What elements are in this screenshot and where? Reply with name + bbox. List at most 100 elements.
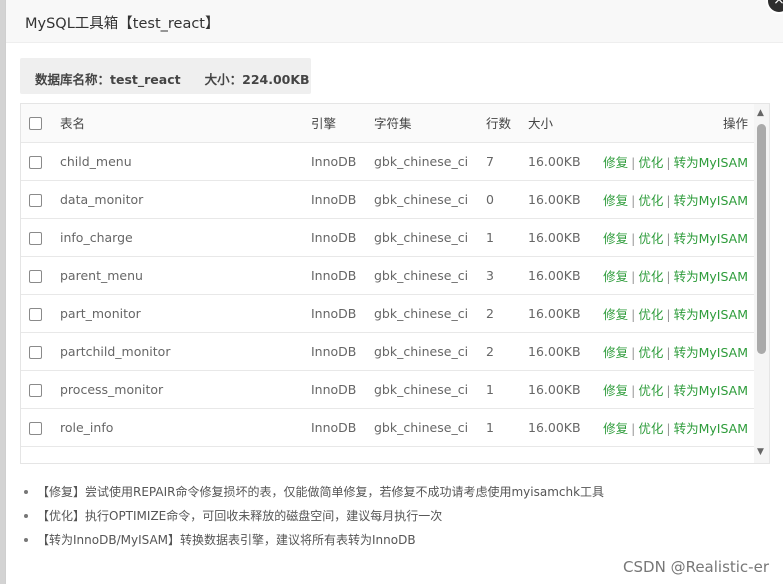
row-operations: 修复 | 优化 | 转为MyISAM bbox=[600, 218, 755, 257]
db-name-label: 数据库名称： bbox=[35, 72, 111, 87]
header-select-all-cell bbox=[21, 104, 60, 143]
row-row-count: 7 bbox=[486, 142, 528, 181]
mysql-toolbox-dialog: MySQL工具箱【test_react】 数据库名称：test_react 大小：… bbox=[5, 0, 783, 584]
optimize-link[interactable]: 优化 bbox=[638, 307, 663, 322]
repair-link[interactable]: 修复 bbox=[603, 231, 628, 246]
scroll-down-arrow-icon[interactable]: ▼ bbox=[757, 448, 764, 457]
table-row: parent_menu InnoDB gbk_chinese_ci 3 16.00KB 修… bbox=[21, 256, 755, 295]
table-row: process_monitor InnoDB gbk_chinese_ci 1 16.0… bbox=[21, 370, 755, 409]
row-charset: gbk_chinese_ci bbox=[374, 142, 486, 181]
op-separator: | bbox=[631, 230, 636, 246]
op-separator: | bbox=[631, 192, 636, 208]
op-separator: | bbox=[666, 344, 671, 360]
repair-link[interactable]: 修复 bbox=[603, 421, 628, 436]
table-scrollbar[interactable]: ▲ ▼ bbox=[754, 104, 769, 463]
note-convert: 【转为InnoDB/MyISAM】转换数据表引擎，建议将所有表转为InnoDB bbox=[20, 528, 604, 552]
header-rows: 行数 bbox=[486, 104, 528, 143]
db-size-value: 224.00KB bbox=[242, 72, 310, 87]
optimize-link[interactable]: 优化 bbox=[638, 269, 663, 284]
row-size: 16.00KB bbox=[528, 256, 600, 295]
optimize-link[interactable]: 优化 bbox=[638, 421, 663, 436]
convert-to-myisam-link[interactable]: 转为MyISAM bbox=[674, 231, 748, 246]
op-separator: | bbox=[666, 230, 671, 246]
table-header-row: 表名 引擎 字符集 行数 大小 操作 bbox=[21, 104, 755, 143]
row-charset: gbk_chinese_ci bbox=[374, 218, 486, 257]
convert-to-myisam-link[interactable]: 转为MyISAM bbox=[674, 307, 748, 322]
op-separator: | bbox=[631, 306, 636, 322]
note-repair: 【修复】尝试使用REPAIR命令修复损坏的表，仅能做简单修复，若修复不成功请考虑… bbox=[20, 480, 604, 504]
row-size: 16.00KB bbox=[528, 142, 600, 181]
optimize-link[interactable]: 优化 bbox=[638, 155, 663, 170]
optimize-link[interactable]: 优化 bbox=[638, 193, 663, 208]
row-checkbox-cell bbox=[21, 408, 60, 447]
repair-link[interactable]: 修复 bbox=[603, 383, 628, 398]
convert-to-myisam-link[interactable]: 转为MyISAM bbox=[674, 345, 748, 360]
repair-link[interactable]: 修复 bbox=[603, 345, 628, 360]
row-engine: InnoDB bbox=[311, 408, 374, 447]
header-size: 大小 bbox=[528, 104, 600, 143]
table-row: info_charge InnoDB gbk_chinese_ci 1 16.00KB 修… bbox=[21, 218, 755, 257]
repair-link[interactable]: 修复 bbox=[603, 269, 628, 284]
row-engine: InnoDB bbox=[311, 332, 374, 371]
header-charset: 字符集 bbox=[374, 104, 486, 143]
row-table-name: parent_menu bbox=[60, 256, 311, 295]
convert-to-myisam-link[interactable]: 转为MyISAM bbox=[674, 155, 748, 170]
row-engine: InnoDB bbox=[311, 370, 374, 409]
row-row-count: 1 bbox=[486, 370, 528, 409]
scroll-up-arrow-icon[interactable]: ▲ bbox=[757, 109, 764, 118]
repair-link[interactable]: 修复 bbox=[603, 155, 628, 170]
op-separator: | bbox=[666, 382, 671, 398]
convert-to-myisam-link[interactable]: 转为MyISAM bbox=[674, 193, 748, 208]
row-select-checkbox[interactable] bbox=[29, 383, 42, 397]
row-engine: InnoDB bbox=[311, 294, 374, 333]
convert-to-myisam-link[interactable]: 转为MyISAM bbox=[674, 269, 748, 284]
convert-to-myisam-link[interactable]: 转为MyISAM bbox=[674, 421, 748, 436]
row-charset: gbk_chinese_ci bbox=[374, 332, 486, 371]
convert-to-myisam-link[interactable]: 转为MyISAM bbox=[674, 383, 748, 398]
row-select-checkbox[interactable] bbox=[29, 269, 42, 283]
row-select-checkbox[interactable] bbox=[29, 231, 42, 245]
op-separator: | bbox=[666, 420, 671, 436]
row-operations: 修复 | 优化 | 转为MyISAM bbox=[600, 408, 755, 447]
op-separator: | bbox=[666, 306, 671, 322]
row-row-count: 2 bbox=[486, 332, 528, 371]
row-charset: gbk_chinese_ci bbox=[374, 408, 486, 447]
table-row: partchild_monitor InnoDB gbk_chinese_ci 2 16… bbox=[21, 332, 755, 371]
csdn-watermark: CSDN @Realistic-er bbox=[623, 558, 769, 576]
row-table-name: data_monitor bbox=[60, 180, 311, 219]
optimize-link[interactable]: 优化 bbox=[638, 383, 663, 398]
repair-link[interactable]: 修复 bbox=[603, 193, 628, 208]
row-select-checkbox[interactable] bbox=[29, 307, 42, 321]
row-operations: 修复 | 优化 | 转为MyISAM bbox=[600, 256, 755, 295]
row-charset: gbk_chinese_ci bbox=[374, 370, 486, 409]
dialog-titlebar: MySQL工具箱【test_react】 bbox=[6, 0, 783, 43]
header-engine: 引擎 bbox=[311, 104, 374, 143]
help-notes-list: 【修复】尝试使用REPAIR命令修复损坏的表，仅能做简单修复，若修复不成功请考虑… bbox=[20, 480, 604, 552]
row-checkbox-cell bbox=[21, 142, 60, 181]
row-select-checkbox[interactable] bbox=[29, 421, 42, 435]
optimize-link[interactable]: 优化 bbox=[638, 345, 663, 360]
op-separator: | bbox=[666, 154, 671, 170]
select-all-checkbox[interactable] bbox=[29, 117, 42, 131]
repair-link[interactable]: 修复 bbox=[603, 307, 628, 322]
row-table-name: child_menu bbox=[60, 142, 311, 181]
scrollbar-thumb[interactable] bbox=[757, 124, 766, 354]
row-table-name: process_monitor bbox=[60, 370, 311, 409]
row-row-count: 1 bbox=[486, 218, 528, 257]
op-separator: | bbox=[631, 344, 636, 360]
row-operations: 修复 | 优化 | 转为MyISAM bbox=[600, 370, 755, 409]
row-table-name: part_monitor bbox=[60, 294, 311, 333]
table-row: data_monitor InnoDB gbk_chinese_ci 0 16.00KB… bbox=[21, 180, 755, 219]
row-checkbox-cell bbox=[21, 256, 60, 295]
row-engine: InnoDB bbox=[311, 218, 374, 257]
row-select-checkbox[interactable] bbox=[29, 193, 42, 207]
row-select-checkbox[interactable] bbox=[29, 345, 42, 359]
row-table-name: info_charge bbox=[60, 218, 311, 257]
row-size: 16.00KB bbox=[528, 180, 600, 219]
optimize-link[interactable]: 优化 bbox=[638, 231, 663, 246]
row-select-checkbox[interactable] bbox=[29, 155, 42, 169]
op-separator: | bbox=[631, 382, 636, 398]
row-charset: gbk_chinese_ci bbox=[374, 180, 486, 219]
row-operations: 修复 | 优化 | 转为MyISAM bbox=[600, 294, 755, 333]
header-operations: 操作 bbox=[600, 104, 755, 143]
